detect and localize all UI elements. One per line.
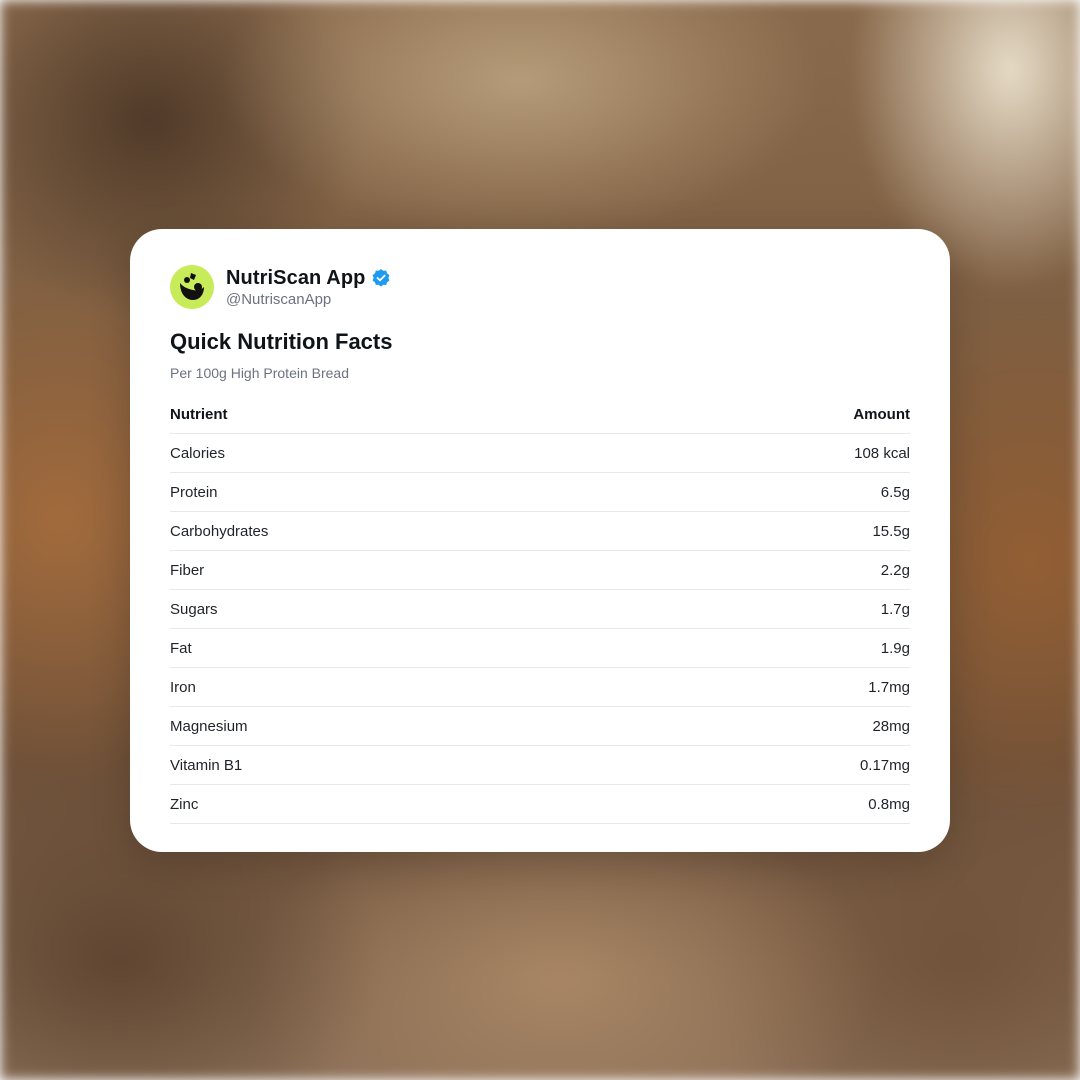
nutrient-name: Zinc [170, 784, 640, 824]
nutrient-name: Vitamin B1 [170, 745, 640, 785]
nutrient-amount: 6.5g [639, 472, 910, 512]
table-row: Calories 108 kcal [170, 433, 910, 473]
nutrient-amount: 108 kcal [639, 433, 910, 473]
nutrient-name: Iron [170, 667, 640, 707]
account-name[interactable]: NutriScan App [226, 267, 365, 290]
nutrient-name: Sugars [170, 589, 640, 629]
avatar[interactable] [170, 265, 214, 309]
nutrient-name: Protein [170, 472, 640, 512]
table-row: Protein 6.5g [170, 472, 910, 512]
nutrient-amount: 1.7g [639, 589, 910, 629]
nutrition-table: Nutrient Amount Calories 108 kcal Protei… [170, 395, 910, 824]
nutrient-amount: 1.9g [639, 628, 910, 668]
nutrient-amount: 1.7mg [639, 667, 910, 707]
profile-identity: NutriScan App @NutriscanApp [226, 266, 391, 308]
nutrient-amount: 2.2g [639, 550, 910, 590]
nutrient-amount: 15.5g [639, 511, 910, 551]
nutrient-name: Fiber [170, 550, 640, 590]
nutrient-name: Magnesium [170, 706, 640, 746]
nutrient-amount: 28mg [639, 706, 910, 746]
card-subtitle: Per 100g High Protein Bread [170, 365, 349, 381]
nutrient-amount: 0.8mg [639, 784, 910, 824]
table-row: Zinc 0.8mg [170, 784, 910, 824]
table-row: Fiber 2.2g [170, 550, 910, 590]
account-handle[interactable]: @NutriscanApp [226, 291, 391, 308]
name-row: NutriScan App [226, 266, 391, 290]
leaf-bowl-icon [180, 273, 204, 300]
table-row: Vitamin B1 0.17mg [170, 745, 910, 785]
card-title: Quick Nutrition Facts [170, 329, 393, 354]
profile-header: NutriScan App @NutriscanApp [170, 265, 910, 309]
amount-column-header: Amount [639, 395, 910, 434]
nutrition-card: NutriScan App @NutriscanApp Quick Nutrit… [130, 229, 950, 852]
verified-badge-icon [371, 268, 391, 288]
nutrient-column-header: Nutrient [170, 395, 640, 434]
table-row: Fat 1.9g [170, 628, 910, 668]
nutrient-amount: 0.17mg [639, 745, 910, 785]
table-header-row: Nutrient Amount [170, 395, 910, 434]
nutrient-name: Carbohydrates [170, 511, 640, 551]
nutrient-name: Calories [170, 433, 640, 473]
table-row: Iron 1.7mg [170, 667, 910, 707]
table-row: Sugars 1.7g [170, 589, 910, 629]
nutrient-name: Fat [170, 628, 640, 668]
table-row: Carbohydrates 15.5g [170, 511, 910, 551]
table-row: Magnesium 28mg [170, 706, 910, 746]
